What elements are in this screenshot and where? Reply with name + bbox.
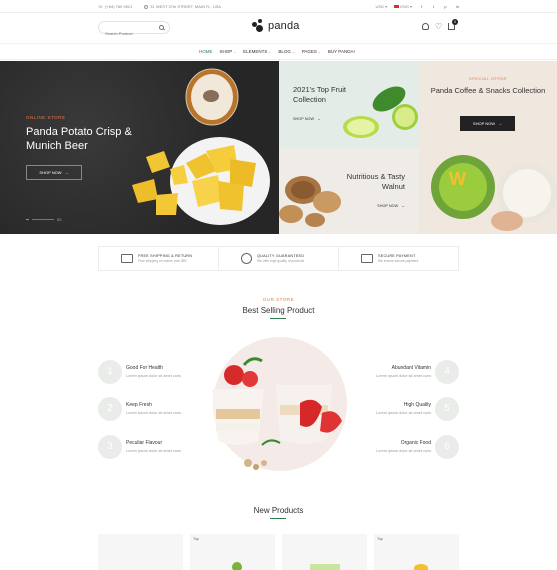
cart-count-badge: 0: [452, 19, 458, 25]
fruit-shop-now-link[interactable]: SHOP NOW →: [293, 117, 321, 121]
feature-quality: QUALITY GUARANTEED We offer high quality …: [218, 247, 338, 270]
arrow-right-icon: →: [64, 170, 69, 175]
nav-item-home[interactable]: HOME: [199, 49, 213, 54]
new-products-grid: Top Top: [98, 534, 459, 570]
linkedin-icon[interactable]: in: [455, 4, 460, 9]
language-selector[interactable]: ENG ▾: [394, 4, 412, 9]
arrow-right-icon: →: [498, 121, 503, 126]
logo[interactable]: panda: [252, 19, 300, 32]
wishlist-icon[interactable]: ♡: [435, 23, 442, 31]
hero-shop-now-button[interactable]: SHOP NOW →: [26, 165, 82, 180]
new-products-title: New Products: [253, 506, 304, 515]
site-header: panda ♡ 0: [0, 13, 557, 43]
walnut-banner[interactable]: Nutritious & Tasty Walnut SHOP NOW →: [279, 148, 419, 234]
currency-selector[interactable]: USD ▾: [376, 4, 388, 9]
pinterest-icon[interactable]: p: [443, 4, 448, 9]
feature-payment: SECURE PAYMENT We ensure secure payment: [338, 247, 458, 270]
location-pin-icon: [144, 4, 149, 9]
slide-counter: 02: [57, 217, 62, 222]
address-contact: 31 WEST 37th STREET, MAIN FL, USA: [144, 4, 221, 9]
phone-contact[interactable]: ☏ (+84) 789 9521: [98, 4, 132, 9]
fruit-banner-title: 2021's Top Fruit Collection: [293, 85, 346, 104]
nav-item-buy-panda[interactable]: BUY PANDA!: [328, 49, 355, 54]
coffee-title: Panda Coffee & Snacks Collection: [430, 86, 546, 95]
flag-icon: [394, 5, 400, 8]
coffee-banner: SPECIAL OFFER Panda Coffee & Snacks Coll…: [419, 61, 557, 234]
arrow-right-icon: →: [401, 204, 405, 208]
nav-item-blog[interactable]: BLOG ⌄: [278, 49, 294, 54]
nav-item-pages[interactable]: PAGES ⌄: [302, 49, 321, 54]
chevron-down-icon: ⌄: [290, 50, 295, 54]
chevron-down-icon: ⌄: [232, 50, 237, 54]
feature-shipping: FREE SHIPPING & RETURN Free shipping on o…: [99, 247, 218, 270]
search-input[interactable]: [99, 28, 159, 39]
snack-cup-image: W: [431, 155, 557, 231]
panda-logo-icon: [252, 19, 265, 32]
card-stack-icon: [361, 254, 373, 263]
benefit-item-5: 5 High Quality Lorem ipsum dolor sit ame…: [339, 397, 459, 421]
product-image: [232, 562, 242, 570]
chevron-down-icon: ⌄: [267, 50, 272, 54]
nav-item-shop[interactable]: SHOP ⌄: [220, 49, 237, 54]
coffee-kicker: SPECIAL OFFER: [469, 76, 507, 81]
benefit-item-3: 3 Peculiar Flavour Lorem ipsum dolor sit…: [98, 435, 218, 459]
product-image: [414, 564, 428, 570]
features-bar: FREE SHIPPING & RETURN Free shipping on o…: [98, 246, 459, 271]
product-card[interactable]: [98, 534, 183, 570]
truck-icon: [121, 254, 133, 263]
walnut-shop-now-link[interactable]: SHOP NOW →: [377, 204, 405, 208]
chevron-down-icon: ⌄: [316, 50, 321, 54]
benefit-item-1: 1 Good For Health Lorem ipsum dolor sit …: [98, 360, 218, 384]
parfait-image: [212, 357, 342, 470]
logo-text: panda: [268, 19, 300, 32]
walnut-banner-title: Nutritious & Tasty Walnut: [346, 172, 405, 191]
benefit-item-6: 6 Organic Food Lorem ipsum dolor sit ame…: [339, 435, 459, 459]
top-bar: ☏ (+84) 789 9521 31 WEST 37th STREET, MAI…: [0, 0, 557, 13]
potato-chips-image: [132, 137, 270, 225]
cart-icon[interactable]: 0: [448, 19, 458, 30]
dollar-badge-icon: [241, 253, 252, 264]
main-nav: HOME SHOP ⌄ ELEMENTS ⌄ BLOG ⌄ PAGES ⌄ BUY PAN…: [0, 43, 557, 60]
product-card[interactable]: Top: [374, 534, 459, 570]
svg-text:W: W: [449, 169, 466, 189]
search-box: [98, 21, 170, 39]
benefit-item-2: 2 Keep Fresh Lorem ipsum dolor sit amet …: [98, 397, 218, 421]
phone-icon: ☏: [98, 4, 104, 9]
best-selling-kicker: OUR STORE: [262, 297, 295, 302]
hero-title: Panda Potato Crisp & Munich Beer: [26, 126, 132, 152]
benefit-item-4: 4 Abundant Vitamin Lorem ipsum dolor sit…: [339, 360, 459, 384]
arrow-right-icon: →: [317, 117, 321, 121]
twitter-icon[interactable]: t: [431, 4, 436, 9]
coffee-shop-now-button[interactable]: SHOP NOW →: [460, 116, 515, 131]
facebook-icon[interactable]: f: [419, 4, 424, 9]
search-icon[interactable]: [159, 25, 164, 30]
account-icon[interactable]: [422, 23, 429, 30]
hero-kicker: ONLINE STORE: [26, 115, 66, 120]
slider-progress[interactable]: 02: [26, 217, 61, 222]
best-selling-title: Best Selling Product: [242, 306, 315, 315]
title-underline: [270, 318, 286, 319]
hero-main-banner: ONLINE STORE Panda Potato Crisp & Munich…: [0, 61, 279, 234]
product-card[interactable]: [282, 534, 367, 570]
product-card[interactable]: Top: [190, 534, 275, 570]
title-underline: [270, 518, 286, 519]
product-image: [310, 564, 340, 570]
nav-item-elements[interactable]: ELEMENTS ⌄: [243, 49, 271, 54]
fruit-banner[interactable]: 2021's Top Fruit Collection SHOP NOW →: [279, 61, 419, 148]
